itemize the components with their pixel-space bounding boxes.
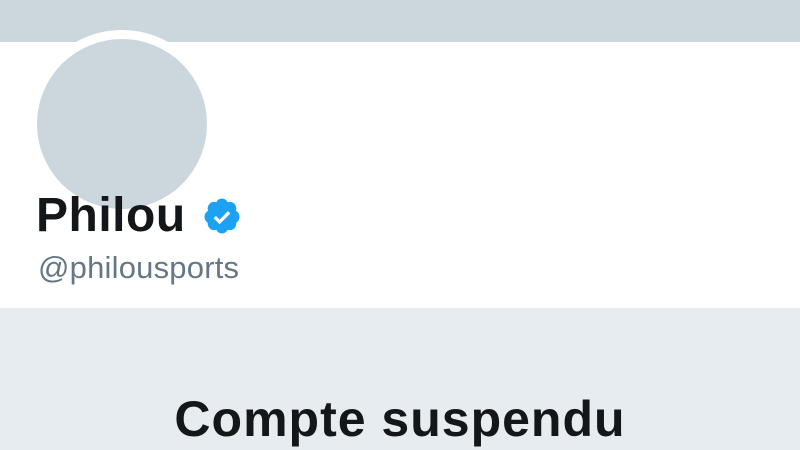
profile-header: Philou @philousports [0, 30, 800, 308]
suspended-title: Compte suspendu [174, 391, 626, 447]
name-row: Philou [36, 186, 242, 246]
avatar[interactable] [37, 39, 207, 209]
suspended-notice: Compte suspendu [0, 308, 800, 450]
verified-badge-icon [202, 196, 242, 236]
display-name: Philou [36, 189, 186, 242]
profile-handle: @philousports [38, 250, 240, 285]
